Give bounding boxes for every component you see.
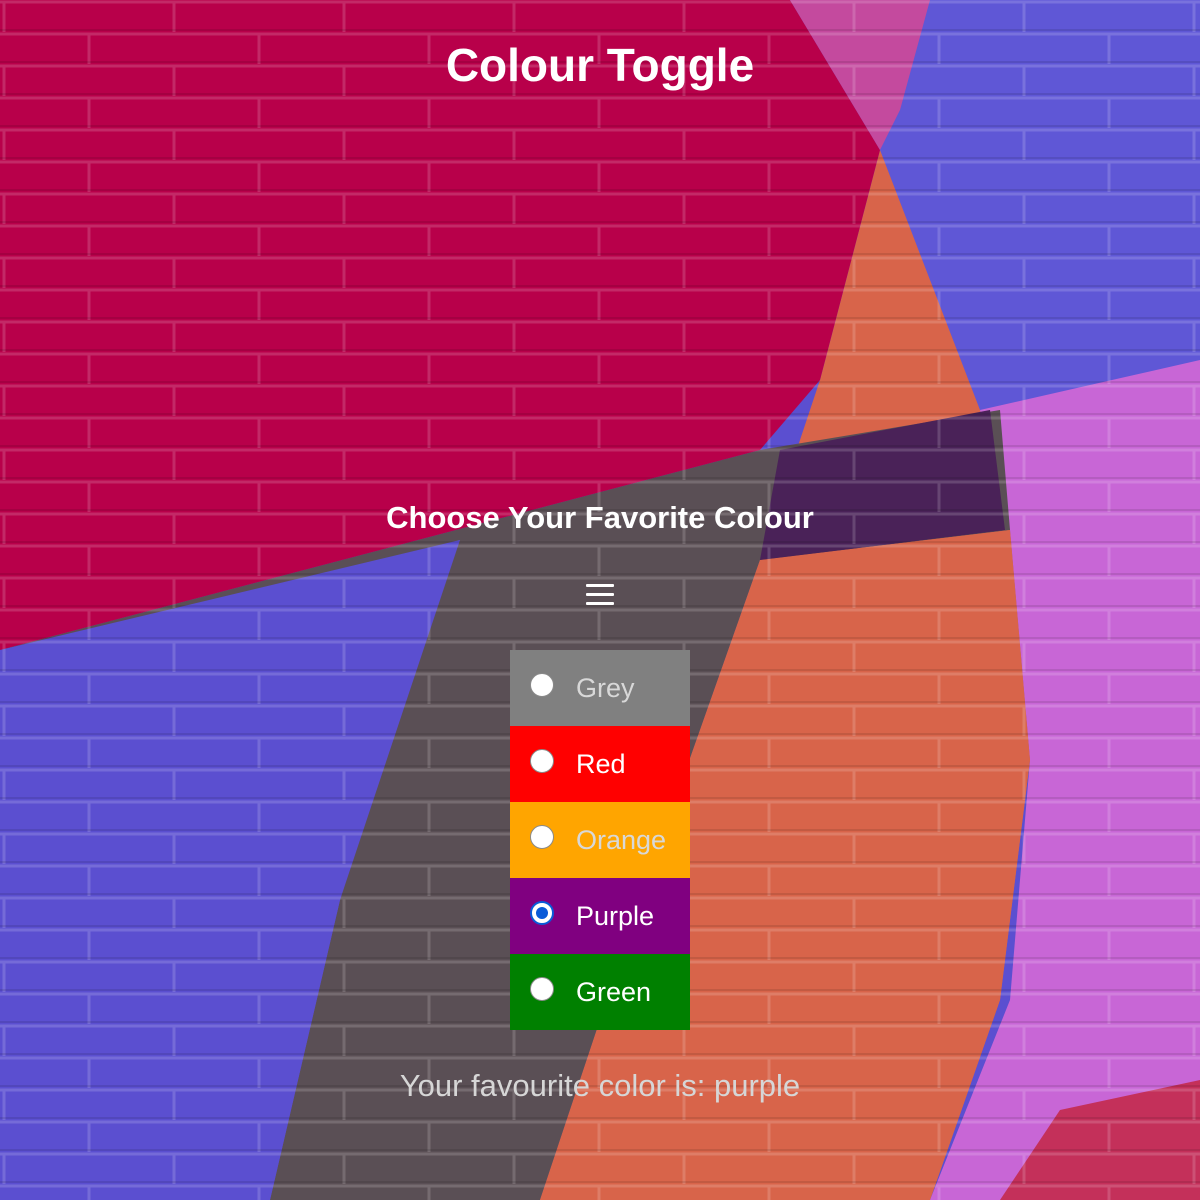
hamburger-bar [586, 583, 614, 587]
hamburger-bar [586, 592, 614, 596]
radio-purple[interactable] [530, 901, 554, 925]
colour-option-grey[interactable]: Grey [510, 650, 690, 726]
radio-grey[interactable] [530, 673, 554, 697]
option-label-red: Red [576, 749, 626, 779]
hamburger-icon[interactable] [575, 572, 625, 616]
radio-red[interactable] [530, 749, 554, 773]
page: Colour Toggle Choose Your Favorite Colou… [0, 0, 1200, 1200]
option-label-orange: Orange [576, 825, 667, 855]
page-title: Colour Toggle [445, 39, 755, 91]
radio-orange[interactable] [530, 825, 554, 849]
colour-option-green[interactable]: Green [510, 954, 690, 1030]
choose-colour-heading: Choose Your Favorite Colour [386, 500, 814, 535]
hamburger-bar [586, 601, 614, 605]
option-label-grey: Grey [576, 673, 635, 703]
option-label-purple: Purple [576, 901, 655, 931]
colour-option-red[interactable]: Red [510, 726, 690, 802]
radio-green[interactable] [530, 977, 554, 1001]
colour-options-list: Grey Red Orange Purple Green [510, 650, 690, 1030]
option-label-green: Green [576, 977, 652, 1007]
colour-option-orange[interactable]: Orange [510, 802, 690, 878]
favourite-colour-result: Your favourite color is: purple [399, 1068, 801, 1103]
colour-option-purple[interactable]: Purple [510, 878, 690, 954]
